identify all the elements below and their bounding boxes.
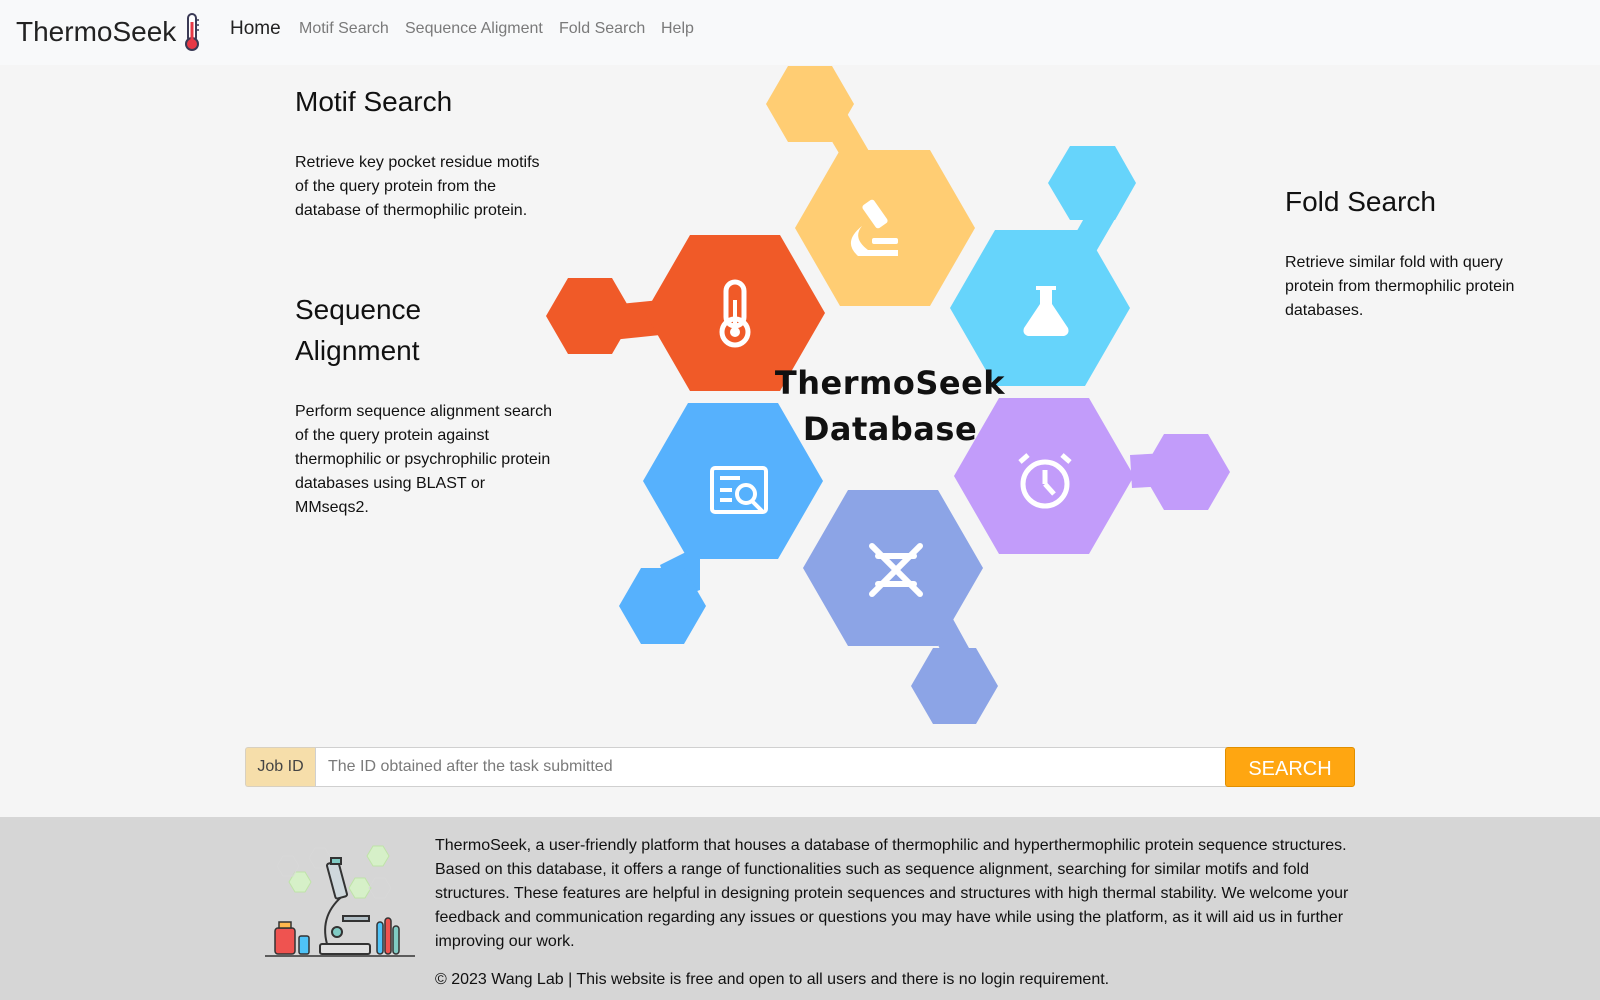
microscope-illustration	[319, 857, 371, 955]
hex-small-purple	[1142, 434, 1230, 510]
hex-small-cyan	[1048, 146, 1136, 220]
hex-microscope	[795, 150, 975, 306]
job-id-input[interactable]	[315, 747, 1290, 787]
nav-home[interactable]: Home	[230, 18, 281, 40]
sequence-alignment-description: Perform sequence alignment search of the…	[295, 403, 553, 516]
footer-copyright: © 2023 Wang Lab | This website is free a…	[435, 971, 1110, 988]
hex-dna	[803, 490, 983, 646]
motif-search-description: Retrieve key pocket residue motifs of th…	[295, 154, 540, 219]
job-id-search-group: Job ID	[245, 747, 1290, 787]
hex-small-orange	[546, 278, 634, 354]
sequence-alignment-heading-line1: Sequence	[295, 294, 422, 325]
lab-illustration	[265, 845, 415, 957]
fold-search-description: Retrieve similar fold with query protein…	[1285, 254, 1515, 319]
search-button[interactable]: SEARCH	[1225, 747, 1355, 787]
database-graphic-title: ThermoSeek Database	[770, 360, 1010, 452]
database-title-line1: ThermoSeek	[774, 364, 1006, 402]
hex-small-indigo	[911, 648, 998, 724]
navbar: ThermoSeek Home Motif Search Sequence Al…	[0, 0, 1600, 65]
brand-logo[interactable]: ThermoSeek	[16, 12, 202, 52]
nav-help[interactable]: Help	[661, 20, 694, 38]
brand-name: ThermoSeek	[16, 16, 177, 47]
nav-fold-search[interactable]: Fold Search	[559, 20, 645, 38]
fold-search-heading: Fold Search	[1285, 186, 1436, 217]
sequence-alignment-heading-line2: Alignment	[295, 335, 420, 366]
motif-search-heading: Motif Search	[295, 86, 453, 117]
thermometer-icon	[185, 13, 200, 51]
database-title-line2: Database	[802, 410, 978, 448]
footer-description: ThermoSeek, a user-friendly platform tha…	[435, 837, 1349, 950]
nav-motif-search[interactable]: Motif Search	[299, 20, 389, 38]
job-id-label: Job ID	[245, 747, 315, 787]
nav-sequence-alignment[interactable]: Sequence Aligment	[405, 20, 543, 38]
